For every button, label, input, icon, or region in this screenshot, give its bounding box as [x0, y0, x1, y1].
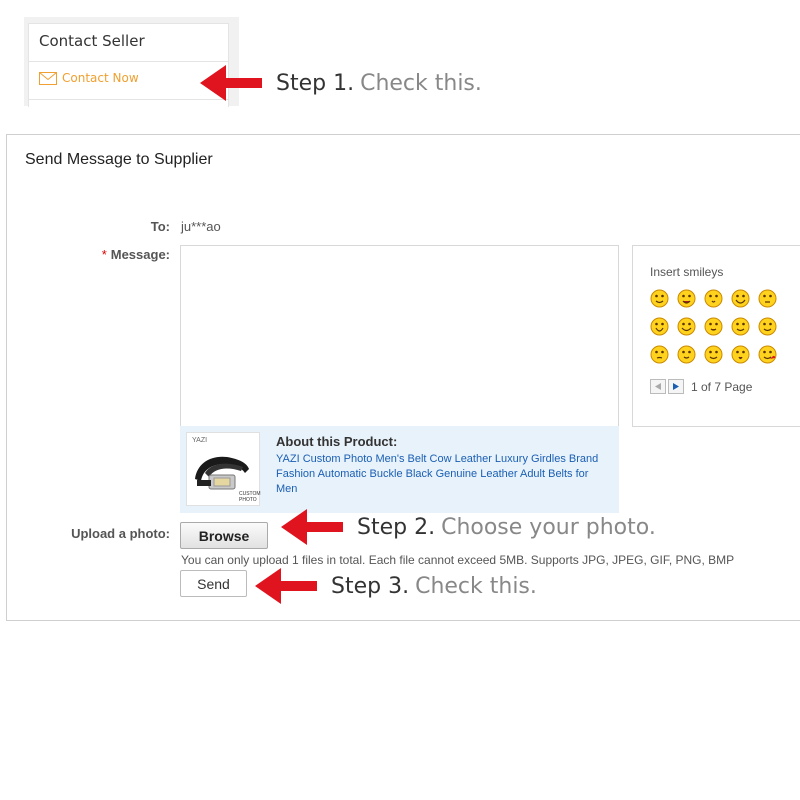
product-info: YAZI CUSTOM PHOTO About this Product: YA… [180, 426, 619, 513]
page-title: Send Message to Supplier [25, 151, 213, 168]
envelope-icon [39, 71, 57, 85]
message-label: * Message: [102, 247, 170, 262]
to-label: To: [150, 219, 170, 234]
browse-button[interactable]: Browse [180, 522, 268, 549]
smiley-title: Insert smileys [650, 265, 724, 279]
kiss-icon[interactable] [704, 289, 723, 308]
flower-icon[interactable] [758, 317, 777, 336]
shy-icon[interactable] [677, 345, 696, 364]
step-description: Check this. [415, 573, 537, 599]
arrow-left-icon [255, 568, 317, 604]
hug-icon[interactable] [731, 317, 750, 336]
step-number: Step 1. [276, 70, 355, 96]
prev-page-button[interactable] [650, 379, 666, 394]
message-label-text: Message: [110, 247, 170, 262]
sleepy-icon[interactable] [758, 289, 777, 308]
smiley-panel: Insert smileys 1 of 7 Page [632, 245, 800, 427]
contact-seller-title: Contact Seller [39, 32, 145, 50]
smiley-grid [650, 289, 800, 364]
recipient-value: ju***ao [181, 219, 221, 234]
arrow-left-icon [655, 383, 661, 390]
smiley-pager: 1 of 7 Page [650, 379, 752, 394]
blush-icon[interactable] [704, 317, 723, 336]
step-description: Choose your photo. [441, 514, 656, 540]
step-2-annotation: Step 2. Choose your photo. [281, 509, 656, 545]
send-button[interactable]: Send [180, 570, 247, 597]
contact-seller-panel: Contact Seller Contact Now [28, 23, 229, 107]
love-icon[interactable] [758, 345, 777, 364]
required-mark: * [101, 247, 107, 262]
laugh-icon[interactable] [731, 289, 750, 308]
arrow-left-icon [281, 509, 343, 545]
step-1-annotation: Step 1. Check this. [200, 65, 482, 101]
divider [29, 99, 228, 100]
step-number: Step 3. [331, 573, 410, 599]
cool-icon[interactable] [704, 345, 723, 364]
contact-now-label: Contact Now [62, 71, 139, 85]
message-textarea[interactable] [180, 245, 619, 427]
surprised-icon[interactable] [731, 345, 750, 364]
wink-tongue-icon[interactable] [677, 289, 696, 308]
rofl-icon[interactable] [677, 317, 696, 336]
shout-icon[interactable] [650, 317, 669, 336]
smile-icon[interactable] [650, 289, 669, 308]
upload-hint: You can only upload 1 files in total. Ea… [181, 553, 735, 567]
step-3-annotation: Step 3. Check this. [255, 568, 537, 604]
product-thumbnail: YAZI CUSTOM PHOTO [186, 432, 261, 506]
send-message-panel: Send Message to Supplier To: ju***ao * Me… [6, 134, 800, 621]
contact-now-link[interactable]: Contact Now [39, 71, 139, 85]
arrow-left-icon [200, 65, 262, 101]
next-page-button[interactable] [668, 379, 684, 394]
step-description: Check this. [360, 70, 482, 96]
think-icon[interactable] [650, 345, 669, 364]
divider [29, 61, 228, 62]
upload-photo-label: Upload a photo: [71, 526, 170, 541]
pager-text: 1 of 7 Page [691, 379, 753, 394]
about-product-label: About this Product: [276, 434, 398, 449]
arrow-right-icon [673, 383, 679, 390]
product-title-link[interactable]: YAZI Custom Photo Men's Belt Cow Leather… [276, 452, 606, 497]
step-number: Step 2. [357, 514, 436, 540]
thumb-caption: CUSTOM PHOTO [239, 491, 261, 503]
